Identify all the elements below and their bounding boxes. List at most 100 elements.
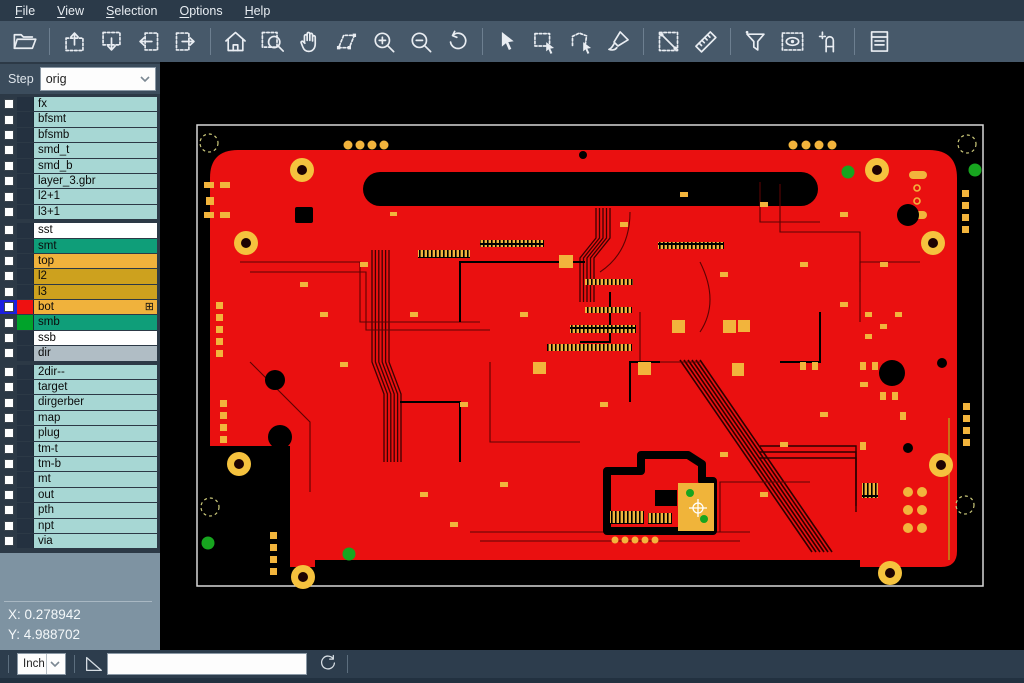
layer-visibility-checkbox[interactable] — [4, 287, 14, 297]
layer-row-mt[interactable]: mt — [0, 472, 160, 486]
layer-row-layer_3.gbr[interactable]: layer_3.gbr — [0, 174, 160, 188]
layer-color-swatch[interactable] — [17, 285, 34, 299]
open-button[interactable] — [7, 25, 42, 59]
layer-row-tm-t[interactable]: tm-t — [0, 442, 160, 456]
layer-color-swatch[interactable] — [17, 239, 34, 253]
layer-visibility-checkbox[interactable] — [4, 367, 14, 377]
select-cursor-button[interactable] — [490, 25, 525, 59]
layer-row-bfsmb[interactable]: bfsmb — [0, 128, 160, 142]
layer-row-l2+1[interactable]: l2+1 — [0, 189, 160, 203]
layer-color-swatch[interactable] — [17, 331, 34, 345]
layer-color-swatch[interactable] — [17, 457, 34, 471]
refresh-button[interactable] — [317, 652, 339, 677]
layer-color-swatch[interactable] — [17, 223, 34, 237]
layer-color-swatch[interactable] — [17, 503, 34, 517]
layer-color-swatch[interactable] — [17, 254, 34, 268]
layer-row-via[interactable]: via — [0, 534, 160, 548]
select-poly-button[interactable] — [564, 25, 599, 59]
ruler-button[interactable] — [688, 25, 723, 59]
layer-name[interactable]: l2+1 — [34, 189, 157, 203]
view-options-button[interactable] — [775, 25, 810, 59]
layer-color-swatch[interactable] — [17, 97, 34, 111]
pan-hand-button[interactable] — [292, 25, 327, 59]
layer-row-l3[interactable]: l3 — [0, 285, 160, 299]
layer-name[interactable]: sst — [34, 223, 157, 237]
shift-down-button[interactable] — [94, 25, 129, 59]
menu-help[interactable]: Help — [234, 2, 282, 20]
layer-name[interactable]: l3 — [34, 285, 157, 299]
layer-visibility-checkbox[interactable] — [4, 398, 14, 408]
select-rect-button[interactable] — [527, 25, 562, 59]
layer-name[interactable]: target — [34, 380, 157, 394]
snap-button[interactable] — [812, 25, 847, 59]
layer-name[interactable]: layer_3.gbr — [34, 174, 157, 188]
units-select[interactable]: Inch — [17, 653, 66, 675]
layer-name[interactable]: plug — [34, 426, 157, 440]
layer-name[interactable]: map — [34, 411, 157, 425]
layer-name[interactable]: mt — [34, 472, 157, 486]
layer-name[interactable]: fx — [34, 97, 157, 111]
layer-row-tm-b[interactable]: tm-b — [0, 457, 160, 471]
layer-name[interactable]: out — [34, 488, 157, 502]
layer-color-swatch[interactable] — [17, 300, 34, 314]
layer-visibility-checkbox[interactable] — [4, 490, 14, 500]
layer-name[interactable]: bot⊞ — [34, 300, 157, 314]
layer-visibility-checkbox[interactable] — [4, 382, 14, 392]
layer-row-l3+1[interactable]: l3+1 — [0, 205, 160, 219]
layer-row-smd_b[interactable]: smd_b — [0, 159, 160, 173]
layer-visibility-checkbox[interactable] — [4, 207, 14, 217]
step-select[interactable]: orig — [40, 67, 156, 91]
layer-visibility-checkbox[interactable] — [4, 145, 14, 155]
layer-row-smt[interactable]: smt — [0, 239, 160, 253]
layer-name[interactable]: smd_t — [34, 143, 157, 157]
layer-color-swatch[interactable] — [17, 189, 34, 203]
layer-row-top[interactable]: top — [0, 254, 160, 268]
layer-visibility-checkbox[interactable] — [4, 521, 14, 531]
layer-name[interactable]: dir — [34, 346, 157, 360]
layer-row-plug[interactable]: plug — [0, 426, 160, 440]
layer-name[interactable]: pth — [34, 503, 157, 517]
layer-color-swatch[interactable] — [17, 143, 34, 157]
layer-color-swatch[interactable] — [17, 472, 34, 486]
layer-color-swatch[interactable] — [17, 519, 34, 533]
menu-file[interactable]: File — [4, 2, 46, 20]
zoom-previous-button[interactable] — [440, 25, 475, 59]
layer-color-swatch[interactable] — [17, 488, 34, 502]
layer-color-swatch[interactable] — [17, 112, 34, 126]
layer-visibility-checkbox[interactable] — [4, 333, 14, 343]
layer-visibility-checkbox[interactable] — [4, 505, 14, 515]
layer-color-swatch[interactable] — [17, 395, 34, 409]
layer-row-fx[interactable]: fx — [0, 97, 160, 111]
layer-name[interactable]: l2 — [34, 269, 157, 283]
layer-visibility-checkbox[interactable] — [4, 348, 14, 358]
layer-visibility-checkbox[interactable] — [4, 161, 14, 171]
zoom-in-button[interactable] — [366, 25, 401, 59]
layer-color-swatch[interactable] — [17, 365, 34, 379]
layer-color-swatch[interactable] — [17, 411, 34, 425]
menu-view[interactable]: View — [46, 2, 95, 20]
layer-name[interactable]: tm-b — [34, 457, 157, 471]
layer-row-out[interactable]: out — [0, 488, 160, 502]
layer-visibility-checkbox[interactable] — [4, 413, 14, 423]
layer-visibility-checkbox[interactable] — [4, 192, 14, 202]
layer-visibility-checkbox[interactable] — [4, 271, 14, 281]
layer-name[interactable]: top — [34, 254, 157, 268]
layer-name[interactable]: tm-t — [34, 442, 157, 456]
zoom-out-button[interactable] — [403, 25, 438, 59]
layer-color-swatch[interactable] — [17, 315, 34, 329]
layer-visibility-checkbox[interactable] — [4, 241, 14, 251]
layer-visibility-checkbox[interactable] — [4, 256, 14, 266]
layer-row-smb[interactable]: smb — [0, 315, 160, 329]
layer-visibility-checkbox[interactable] — [4, 115, 14, 125]
filter-button[interactable] — [738, 25, 773, 59]
shift-right-button[interactable] — [168, 25, 203, 59]
layer-color-swatch[interactable] — [17, 426, 34, 440]
menu-options[interactable]: Options — [168, 2, 233, 20]
layer-visibility-checkbox[interactable] — [4, 225, 14, 235]
layer-row-sst[interactable]: sst — [0, 223, 160, 237]
layer-color-swatch[interactable] — [17, 159, 34, 173]
layer-color-swatch[interactable] — [17, 442, 34, 456]
layer-visibility-checkbox[interactable] — [4, 475, 14, 485]
layer-visibility-checkbox[interactable] — [4, 318, 14, 328]
layer-name[interactable]: l3+1 — [34, 205, 157, 219]
